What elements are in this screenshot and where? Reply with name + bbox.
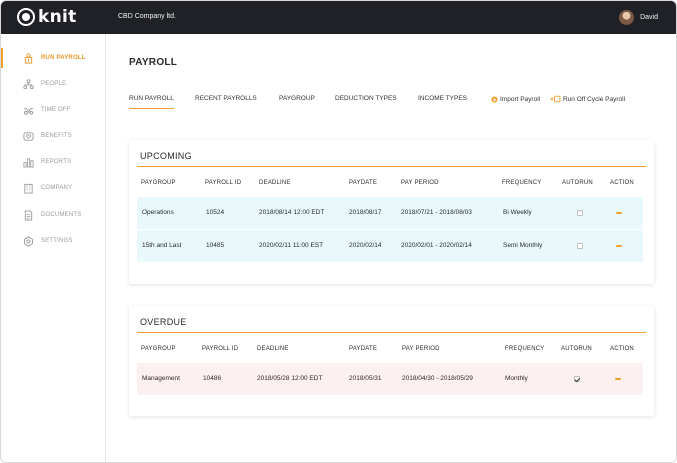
sidebar-item-label: PEOPLE (41, 81, 67, 87)
payroll-id-cell: 10485 (206, 242, 225, 249)
column-header: FREQUENCY (502, 180, 542, 186)
main-content: PAYROLL RUN PAYROLL RECENT PAYROLLS PAYG… (107, 34, 676, 462)
sidebar-item-label: SETTINGS (41, 238, 73, 244)
overdue-card: OVERDUE PAYGROUP PAYROLL ID DEADLINE PAY… (129, 306, 654, 416)
row-action-menu[interactable] (614, 376, 622, 382)
divider (137, 166, 646, 167)
sidebar-item-label: COMPANY (41, 185, 73, 191)
sidebar-item-benefits[interactable]: BENEFITS (1, 126, 105, 146)
column-header: ACTION (610, 180, 634, 186)
tab-recent-payrolls[interactable]: RECENT PAYROLLS (195, 95, 257, 109)
paydate-cell: 2018/05/31 (349, 375, 382, 382)
column-header: AUTORUN (562, 180, 593, 186)
run-off-cycle-label: Run Off Cycle Payroll (563, 95, 626, 103)
app-window: knit CBD Company ltd. David RUN PAYROLL … (0, 0, 677, 463)
paydate-cell: 2018/08/17 (349, 209, 382, 216)
column-header: ACTION (610, 346, 634, 352)
divider (137, 332, 646, 333)
people-icon (23, 78, 34, 90)
knit-logo[interactable]: knit (17, 7, 77, 27)
settings-icon (23, 235, 34, 247)
page-title: PAYROLL (129, 57, 178, 68)
row-action-menu[interactable] (615, 243, 623, 249)
row-action-menu[interactable] (615, 210, 623, 216)
frequency-cell: Monthly (505, 375, 528, 382)
user-menu[interactable]: David (619, 10, 658, 25)
import-icon (490, 95, 498, 103)
top-bar: knit CBD Company ltd. David (1, 1, 676, 34)
column-header: PAYGROUP (141, 346, 176, 352)
pay-period-cell: 2018/07/21 - 2018/08/03 (401, 209, 472, 216)
run-payroll-icon (23, 52, 34, 64)
table-row[interactable]: Management 10486 2018/05/28 12:00 EDT 20… (137, 363, 643, 395)
column-header: PAY PERIOD (402, 346, 440, 352)
column-header: PAYROLL ID (202, 346, 239, 352)
tab-income-types[interactable]: INCOME TYPES (418, 95, 467, 109)
paygroup-cell: 15th and Last (142, 242, 182, 249)
sidebar-item-people[interactable]: PEOPLE (1, 74, 105, 94)
tab-deduction-types[interactable]: DEDUCTION TYPES (335, 95, 397, 109)
sidebar-item-settings[interactable]: SETTINGS (1, 231, 105, 251)
pay-period-cell: 2020/02/01 - 2020/02/14 (401, 242, 472, 249)
benefits-icon (23, 131, 34, 142)
tab-run-payroll[interactable]: RUN PAYROLL (129, 95, 174, 109)
logo-text: knit (38, 7, 77, 27)
run-off-cycle-payroll-button[interactable]: Run Off Cycle Payroll (550, 95, 625, 103)
column-header: DEADLINE (257, 346, 289, 352)
pay-period-cell: 2018/04/30 - 2018/05/29 (402, 375, 473, 382)
avatar (619, 10, 635, 25)
sidebar-item-reports[interactable]: REPORTS (1, 152, 105, 172)
documents-icon (23, 209, 34, 221)
sidebar-item-time-off[interactable]: TIME OFF (1, 100, 105, 120)
tab-paygroup[interactable]: PAYGROUP (279, 95, 315, 109)
deadline-cell: 2018/05/28 12:00 EDT (257, 375, 323, 382)
column-header: PAYGROUP (141, 180, 176, 186)
sidebar-item-label: TIME OFF (41, 107, 71, 113)
table-row[interactable]: 15th and Last 10485 2020/02/11 11:00 EST… (137, 230, 643, 262)
payroll-id-cell: 10524 (206, 209, 225, 216)
sidebar-item-label: REPORTS (41, 159, 72, 165)
autorun-checkbox[interactable] (577, 243, 583, 249)
off-cycle-icon (550, 95, 561, 103)
company-name[interactable]: CBD Company ltd. (118, 13, 176, 20)
paygroup-cell: Management (142, 375, 180, 382)
deadline-cell: 2018/08/14 12:00 EDT (259, 209, 325, 216)
frequency-cell: Semi Monthly (503, 242, 543, 249)
column-header: DEADLINE (259, 180, 291, 186)
user-name: David (640, 14, 658, 21)
payroll-id-cell: 10486 (203, 375, 222, 382)
table-row[interactable]: Operations 10524 2018/08/14 12:00 EDT 20… (137, 197, 643, 229)
deadline-cell: 2020/02/11 11:00 EST (259, 242, 324, 249)
column-header: PAYROLL ID (205, 180, 242, 186)
autorun-checkbox[interactable] (574, 376, 580, 382)
upcoming-title: UPCOMING (140, 151, 192, 161)
sidebar-item-label: BENEFITS (41, 133, 72, 139)
company-icon (23, 183, 34, 194)
sidebar-item-label: RUN PAYROLL (41, 55, 86, 61)
overdue-title: OVERDUE (140, 317, 187, 327)
column-header: PAYDATE (349, 346, 378, 352)
reports-icon (23, 157, 34, 168)
time-off-icon (23, 105, 34, 116)
import-payroll-label: Import Payroll (500, 95, 541, 103)
sidebar-item-documents[interactable]: DOCUMENTS (1, 205, 105, 225)
paydate-cell: 2020/02/14 (349, 242, 382, 249)
import-payroll-button[interactable]: Import Payroll (490, 95, 540, 103)
sidebar-item-label: DOCUMENTS (41, 212, 82, 218)
column-header: PAY PERIOD (401, 180, 439, 186)
column-header: AUTORUN (561, 346, 592, 352)
knit-logo-icon (17, 8, 35, 26)
frequency-cell: Bi Weekly (503, 209, 532, 216)
paygroup-cell: Operations (142, 209, 174, 216)
sidebar: RUN PAYROLL PEOPLE TIME OFF BENEFITS REP… (1, 34, 106, 462)
autorun-checkbox[interactable] (577, 210, 583, 216)
payroll-tabs: RUN PAYROLL RECENT PAYROLLS PAYGROUP DED… (129, 95, 659, 111)
sidebar-item-run-payroll[interactable]: RUN PAYROLL (1, 48, 105, 68)
sidebar-item-company[interactable]: COMPANY (1, 178, 105, 198)
column-header: PAYDATE (349, 180, 378, 186)
upcoming-card: UPCOMING PAYGROUP PAYROLL ID DEADLINE PA… (129, 140, 654, 284)
column-header: FREQUENCY (505, 346, 545, 352)
